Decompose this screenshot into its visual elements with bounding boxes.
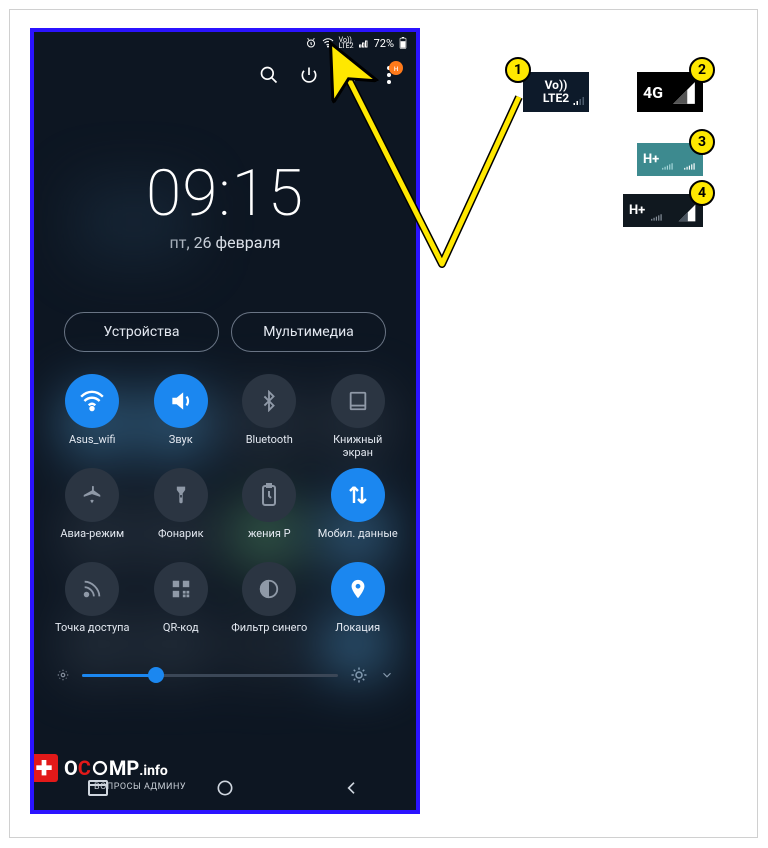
data-icon	[331, 468, 385, 522]
tile-label: Мобил. данные	[318, 528, 398, 554]
brightness-fill	[82, 674, 156, 677]
clock-time: 09:15	[34, 156, 416, 231]
tile-label: Точка доступа	[55, 622, 130, 648]
watermark-sub: ВОПРОСЫ АДМИНУ	[94, 782, 186, 792]
callout-text: H+	[629, 203, 645, 218]
tile-label: Звук	[169, 434, 193, 460]
lte-status-icon: Vo)) LTE2	[339, 37, 354, 49]
signal-bars-icon	[659, 158, 677, 172]
panel-top-actions: н	[34, 54, 416, 86]
media-pill[interactable]: Мультимедиа	[231, 312, 386, 352]
alarm-icon	[305, 37, 317, 49]
search-icon[interactable]	[258, 64, 280, 86]
callout-badge-4: 4	[689, 180, 715, 206]
outer-frame: Vo)) LTE2 72% н 09:15 пт, 26 февраля Уст…	[9, 9, 758, 838]
wifi-icon	[321, 37, 335, 49]
signal-triangle-icon	[671, 80, 697, 106]
tile-mobile-data[interactable]: Мобил. данные	[314, 468, 403, 554]
battery-icon	[398, 37, 408, 49]
phone-screenshot: Vo)) LTE2 72% н 09:15 пт, 26 февраля Уст…	[30, 28, 420, 814]
callout-badge-2: 2	[689, 57, 715, 83]
brightness-high-icon	[350, 666, 368, 684]
wifi-icon	[65, 374, 119, 428]
status-bar: Vo)) LTE2 72%	[34, 32, 416, 54]
tile-battery-apps[interactable]: жения Р	[225, 468, 314, 554]
brightness-row	[34, 648, 416, 692]
clock-date: пт, 26 февраля	[34, 233, 416, 252]
more-icon[interactable]: н	[378, 64, 400, 86]
wm-part: C	[78, 756, 91, 780]
signal-triangle-icon	[675, 203, 699, 223]
brightness-chevron-icon[interactable]	[380, 668, 394, 682]
quick-settings-grid: Asus_wifi Звук Bluetooth Книжный экран А…	[34, 352, 416, 648]
hotspot-icon	[65, 562, 119, 616]
nav-home-icon[interactable]	[213, 776, 237, 800]
tile-label: Asus_wifi	[69, 434, 116, 460]
callout-badge-1: 1	[505, 57, 531, 83]
tile-label: QR-код	[163, 622, 199, 648]
blue-filter-icon	[242, 562, 296, 616]
nav-back-icon[interactable]	[340, 776, 364, 800]
tile-hotspot[interactable]: Точка доступа	[48, 562, 137, 648]
watermark-ring-icon	[91, 759, 109, 777]
tile-label: Фонарик	[158, 528, 204, 554]
brightness-thumb[interactable]	[148, 667, 164, 683]
tile-airplane[interactable]: Авиа-режим	[48, 468, 137, 554]
callout-box-1: Vo)) LTE2	[523, 72, 589, 112]
callout-badge-3: 3	[689, 129, 715, 155]
tile-location[interactable]: Локация	[314, 562, 403, 648]
callout-text: 4G	[643, 83, 663, 102]
wm-part: O	[64, 756, 78, 780]
power-icon[interactable]	[298, 64, 320, 86]
tile-label: Авиа-режим	[60, 528, 124, 554]
wm-part: MP	[109, 756, 139, 780]
signal-bars-icon	[681, 158, 699, 172]
signal-icon	[358, 37, 370, 49]
tile-book-screen[interactable]: Книжный экран	[314, 374, 403, 460]
signal-bars-icon	[647, 209, 667, 223]
book-icon	[331, 374, 385, 428]
tile-sound[interactable]: Звук	[137, 374, 226, 460]
tile-qr[interactable]: QR-код	[137, 562, 226, 648]
tile-flashlight[interactable]: Фонарик	[137, 468, 226, 554]
brightness-slider[interactable]	[82, 674, 338, 677]
tile-bluetooth[interactable]: Bluetooth	[225, 374, 314, 460]
tile-label: Bluetooth	[246, 434, 293, 460]
tile-label: Фильтр синего	[231, 622, 307, 648]
sound-icon	[154, 374, 208, 428]
callout-text: Vo)) LTE2	[543, 79, 569, 104]
watermark: ✚ OC MP.info	[30, 754, 168, 782]
tile-wifi[interactable]: Asus_wifi	[48, 374, 137, 460]
settings-icon[interactable]	[338, 64, 360, 86]
flashlight-icon	[154, 468, 208, 522]
panel-tabs: Устройства Мультимедиа	[34, 312, 416, 352]
brightness-low-icon	[56, 668, 70, 682]
tile-label: Локация	[335, 622, 380, 648]
battery-app-icon	[242, 468, 296, 522]
qr-icon	[154, 562, 208, 616]
signal-bars-icon	[571, 95, 585, 107]
watermark-plus-icon: ✚	[30, 754, 58, 782]
tile-blue-filter[interactable]: Фильтр синего	[225, 562, 314, 648]
callout-text: H+	[643, 152, 659, 167]
bluetooth-icon	[242, 374, 296, 428]
location-icon	[331, 562, 385, 616]
airplane-icon	[65, 468, 119, 522]
notification-badge: н	[389, 61, 403, 75]
tile-label: Книжный экран	[318, 434, 398, 460]
battery-pct: 72%	[374, 37, 394, 50]
tile-label: жения Р	[248, 528, 291, 554]
wm-part: .info	[139, 763, 168, 779]
devices-pill[interactable]: Устройства	[64, 312, 219, 352]
